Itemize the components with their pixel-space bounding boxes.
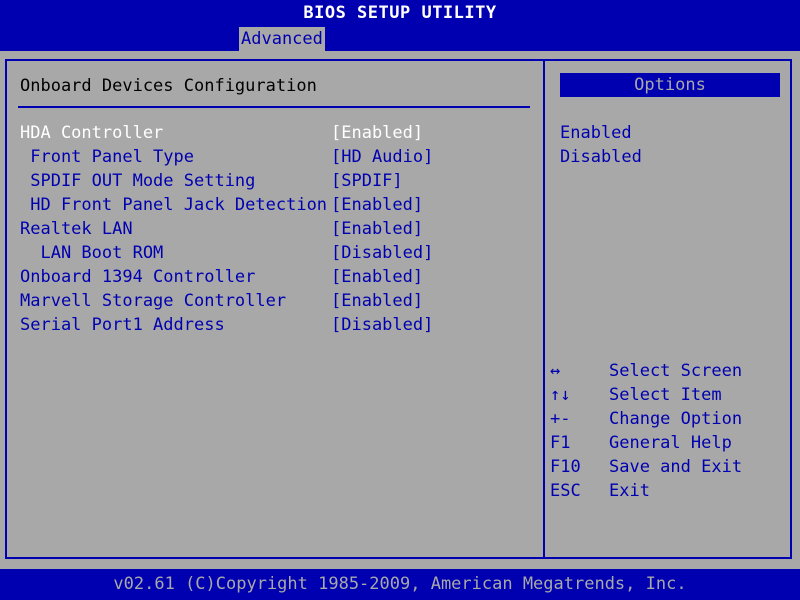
setting-label: Realtek LAN [20, 219, 133, 239]
help-exit: ESC Exit [550, 479, 790, 503]
setting-label: HDA Controller [20, 123, 164, 143]
setting-value[interactable]: [Enabled] [331, 265, 423, 289]
setting-label: SPDIF OUT Mode Setting [20, 171, 256, 191]
setting-label: Serial Port1 Address [20, 315, 225, 335]
setting-spdif-out-mode[interactable]: SPDIF OUT Mode Setting [SPDIF] [0, 169, 540, 193]
setting-value[interactable]: [Enabled] [331, 121, 423, 145]
help-select-screen: ↔ Select Screen [550, 359, 790, 383]
setting-hda-controller[interactable]: HDA Controller [Enabled] [0, 121, 540, 145]
help-change-option: +- Change Option [550, 407, 790, 431]
setting-label: Front Panel Type [20, 147, 194, 167]
setting-label: Onboard 1394 Controller [20, 267, 256, 287]
setting-label: LAN Boot ROM [20, 243, 164, 263]
setting-front-panel-type[interactable]: Front Panel Type [HD Audio] [0, 145, 540, 169]
help-select-item: ↑↓ Select Item [550, 383, 790, 407]
help-save-exit: F10 Save and Exit [550, 455, 790, 479]
help-key: +- [550, 409, 571, 429]
help-desc: Select Item [609, 385, 722, 405]
setting-marvell-storage[interactable]: Marvell Storage Controller [Enabled] [0, 289, 540, 313]
copyright-footer: v02.61 (C)Copyright 1985-2009, American … [0, 569, 800, 600]
setting-realtek-lan[interactable]: Realtek LAN [Enabled] [0, 217, 540, 241]
setting-hd-front-panel-jack[interactable]: HD Front Panel Jack Detection [Enabled] [0, 193, 540, 217]
setting-value[interactable]: [Enabled] [331, 193, 423, 217]
setting-value[interactable]: [Enabled] [331, 289, 423, 313]
help-desc: Select Screen [609, 361, 743, 381]
panel-divider [543, 59, 545, 559]
main-panel: Onboard Devices Configuration HDA Contro… [0, 51, 800, 569]
help-desc: General Help [609, 433, 732, 453]
setting-value[interactable]: [Disabled] [331, 313, 433, 337]
setting-value[interactable]: [Disabled] [331, 241, 433, 265]
help-key: ESC [550, 481, 581, 501]
help-key: F1 [550, 433, 571, 453]
help-general-help: F1 General Help [550, 431, 790, 455]
setting-value[interactable]: [Enabled] [331, 217, 423, 241]
setting-value[interactable]: [SPDIF] [331, 169, 403, 193]
help-desc: Exit [609, 481, 650, 501]
left-right-arrow-icon: ↔ [550, 361, 561, 381]
setting-onboard-1394[interactable]: Onboard 1394 Controller [Enabled] [0, 265, 540, 289]
setting-value[interactable]: [HD Audio] [331, 145, 433, 169]
option-enabled[interactable]: Enabled [560, 121, 632, 145]
tab-advanced[interactable]: Advanced [239, 27, 325, 51]
section-underline [18, 106, 530, 108]
setting-label: Marvell Storage Controller [20, 291, 287, 311]
help-key: F10 [550, 457, 581, 477]
tab-bar: Advanced [0, 27, 800, 51]
setting-serial-port1[interactable]: Serial Port1 Address [Disabled] [0, 313, 540, 337]
window-title: BIOS SETUP UTILITY [0, 0, 800, 27]
up-down-arrow-icon: ↑↓ [550, 385, 571, 405]
options-header: Options [560, 73, 780, 97]
section-title: Onboard Devices Configuration [20, 76, 317, 96]
help-desc: Save and Exit [609, 457, 743, 477]
help-desc: Change Option [609, 409, 743, 429]
option-disabled[interactable]: Disabled [560, 145, 642, 169]
setting-label: HD Front Panel Jack Detection [20, 195, 328, 215]
setting-lan-boot-rom[interactable]: LAN Boot ROM [Disabled] [0, 241, 540, 265]
